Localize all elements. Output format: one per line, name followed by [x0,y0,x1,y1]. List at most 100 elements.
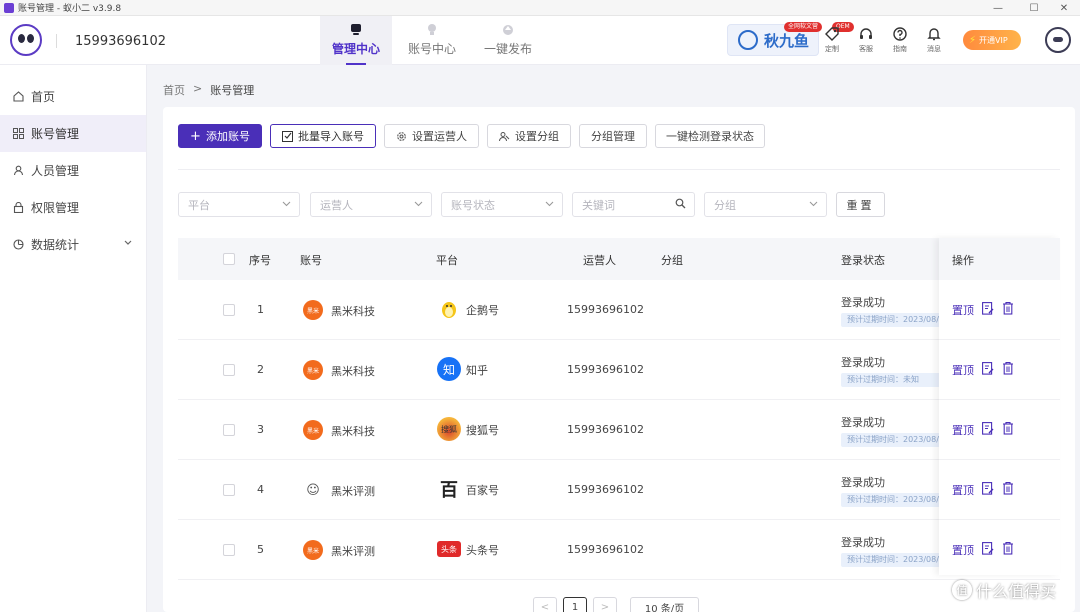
edit-icon[interactable] [982,302,994,315]
support-tool[interactable]: 客服 [853,26,879,54]
sidebar-item-staff-management[interactable]: 人员管理 [0,152,146,189]
sidebar-item-data-statistics[interactable]: 数据统计 [0,226,146,263]
breadcrumb-home[interactable]: 首页 [163,82,185,98]
nav-management-center[interactable]: 管理中心 [320,16,392,65]
status-filter[interactable]: 账号状态 [441,192,563,217]
add-account-button[interactable]: + 添加账号 [178,124,262,148]
row-index: 5 [257,543,264,556]
pin-top-link[interactable]: 置顶 [952,422,974,438]
trash-icon[interactable] [1002,421,1014,435]
table-header: 序号 账号 平台 运营人 分组 登录状态 [178,238,1060,280]
lock-icon [13,202,24,213]
actions-row: 置顶 [939,460,1060,520]
row-expiry-badge: 预计过期时间：2023/08/25 [841,553,941,567]
user-phone: 15993696102 [75,34,166,49]
account-avatar-icon: 黑米 [303,420,323,440]
breadcrumb: 首页 > 账号管理 [163,82,254,98]
row-checkbox[interactable] [223,424,235,436]
batch-import-button[interactable]: 批量导入账号 [270,124,376,148]
prev-page-button[interactable]: < [533,597,557,612]
operator-filter[interactable]: 运营人 [310,192,432,217]
table-row: 1 黑米 黑米科技 企鹅号 15993696102 登录成功 预计过期时间：20… [178,280,1060,340]
row-login-status: 登录成功 [841,476,885,489]
account-avatar-icon: 黑米 [303,360,323,380]
actions-row: 置顶 [939,520,1060,580]
select-all-checkbox[interactable] [223,253,235,265]
search-icon[interactable] [675,198,686,209]
publish-icon [503,25,513,35]
account-avatar-icon: 黑米 [303,300,323,320]
nav-one-click-publish[interactable]: 一键发布 [472,16,544,65]
set-group-button[interactable]: 设置分组 [487,124,571,148]
row-checkbox[interactable] [223,364,235,376]
group-filter[interactable]: 分组 [704,192,827,217]
breadcrumb-separator: > [193,82,203,95]
pin-top-link[interactable]: 置顶 [952,482,974,498]
row-account: 黑米科技 [331,425,375,438]
actions-row: 置顶 [939,340,1060,400]
trash-icon[interactable] [1002,541,1014,555]
sidebar-item-account-management[interactable]: 账号管理 [0,115,146,152]
pin-top-link[interactable]: 置顶 [952,362,974,378]
edit-icon[interactable] [982,482,994,495]
baijia-icon: 百 [440,480,458,501]
page-1-button[interactable]: 1 [563,597,587,612]
row-expiry-badge: 预计过期时间：2023/08/25 [841,313,941,327]
app-header: 15993696102 管理中心 账号中心 一键发布 秋九鱼 全网软文营 OEM… [0,16,1080,65]
bulb-icon [428,24,436,35]
minimize-button[interactable]: — [980,0,1016,16]
row-checkbox[interactable] [223,484,235,496]
promo-pill: 全网软文营 [784,22,823,32]
row-index: 3 [257,423,264,436]
app-icon [4,2,14,13]
import-icon [282,130,293,142]
actions-row: 置顶 [939,400,1060,460]
close-button[interactable]: ✕ [1046,0,1080,16]
home-icon [13,91,24,102]
keyword-input[interactable]: 关键词 [572,192,695,217]
chevron-down-icon [282,201,291,207]
row-operator: 15993696102 [567,363,644,376]
banner-logo-icon [738,30,758,50]
bell-icon [927,28,941,41]
edit-icon[interactable] [982,542,994,555]
edit-icon[interactable] [982,362,994,375]
trash-icon[interactable] [1002,481,1014,495]
check-login-button[interactable]: 一键检测登录状态 [655,124,765,148]
guide-tool[interactable]: 指南 [887,26,913,54]
pin-top-link[interactable]: 置顶 [952,302,974,318]
platform-filter[interactable]: 平台 [178,192,300,217]
row-platform: 知乎 [466,364,488,377]
next-page-button[interactable]: > [593,597,617,612]
sohu-icon: 搜狐 [437,417,461,441]
page-size-select[interactable]: 10 条/页 [630,597,699,612]
trash-icon[interactable] [1002,301,1014,315]
nav-account-center[interactable]: 账号中心 [396,16,468,65]
row-operator: 15993696102 [567,303,644,316]
group-manage-button[interactable]: 分组管理 [579,124,647,148]
watermark-logo-icon: 值 [952,580,972,600]
row-platform: 头条号 [466,544,499,557]
reset-button[interactable]: 重置 [836,192,885,217]
zhihu-icon: 知 [437,357,461,381]
row-checkbox[interactable] [223,544,235,556]
row-index: 1 [257,303,264,316]
monitor-icon [351,24,361,35]
row-login-status: 登录成功 [841,416,885,429]
edit-icon[interactable] [982,422,994,435]
set-operator-button[interactable]: 设置运营人 [384,124,479,148]
row-expiry-badge: 预计过期时间：2023/08/25 [841,433,941,447]
pin-top-link[interactable]: 置顶 [952,542,974,558]
col-platform: 平台 [436,254,458,267]
messages-tool[interactable]: 消息 [921,26,947,54]
sidebar-item-permission-management[interactable]: 权限管理 [0,189,146,226]
row-checkbox[interactable] [223,304,235,316]
chevron-down-icon [809,201,818,207]
chevron-down-icon [124,240,132,245]
customize-tool[interactable]: 定制 [819,26,845,54]
vip-button[interactable]: ⚡ 开通VIP [963,30,1021,50]
user-avatar[interactable] [1045,27,1071,53]
trash-icon[interactable] [1002,361,1014,375]
sidebar-item-home[interactable]: 首页 [0,78,146,115]
header-divider [56,34,57,48]
